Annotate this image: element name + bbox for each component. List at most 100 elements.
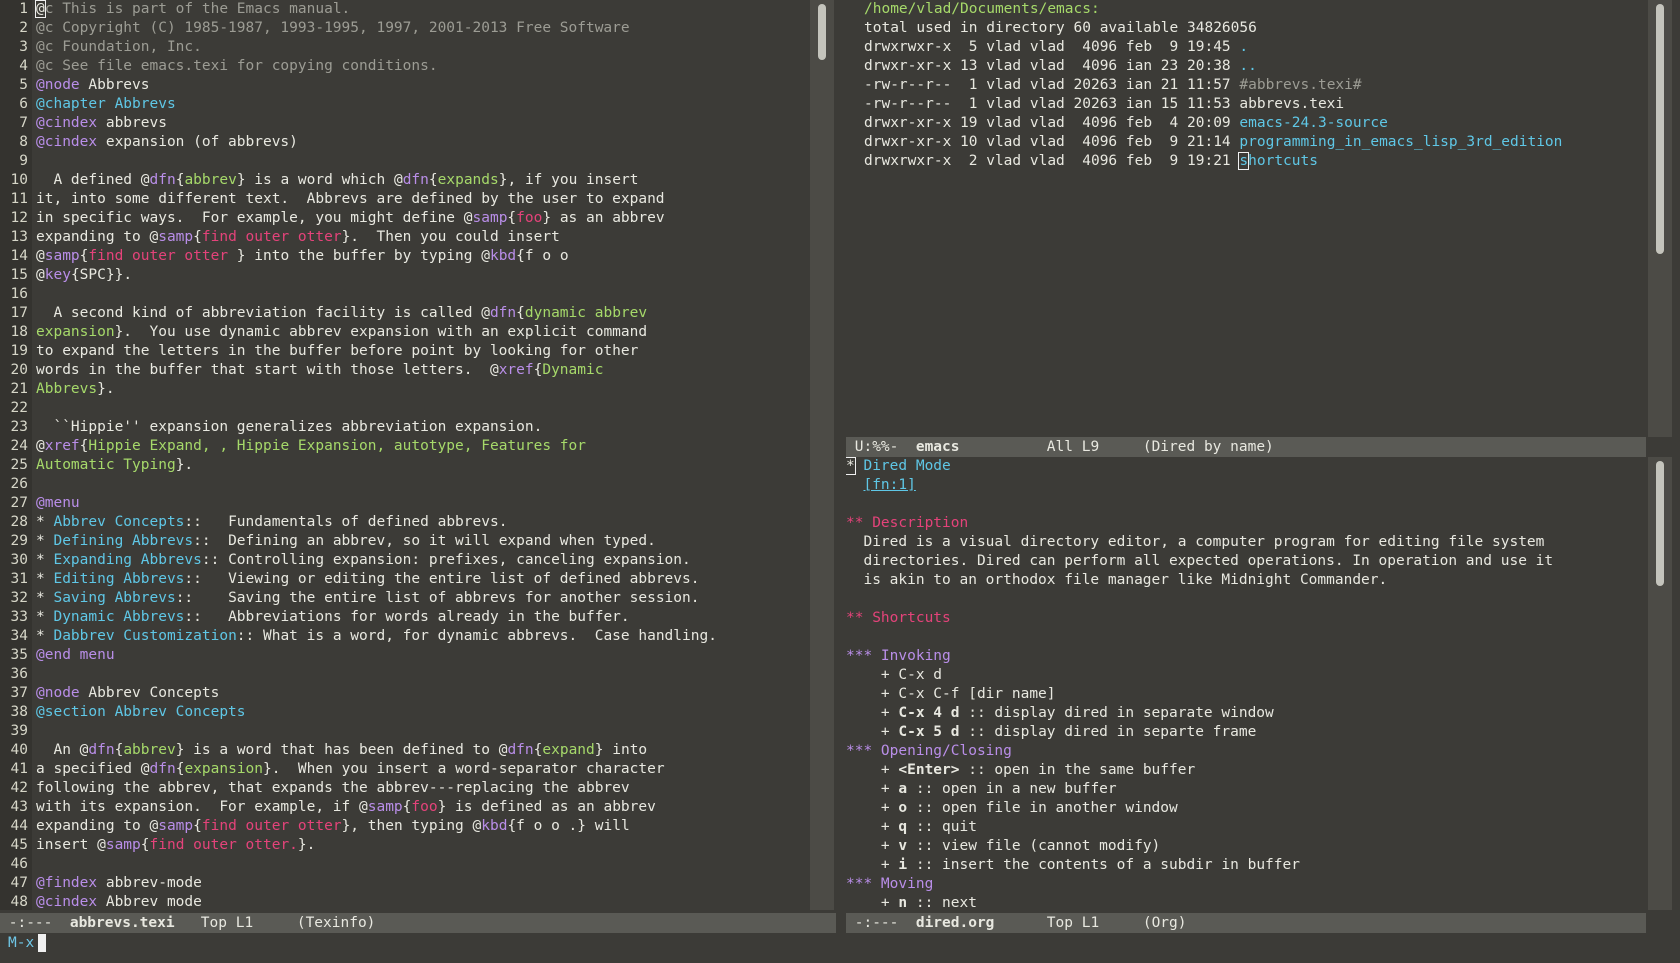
org-window-scrollbar[interactable] [1648, 457, 1672, 910]
code-line[interactable]: An @dfn{abbrev} is a word that has been … [36, 741, 810, 760]
org-line[interactable]: + C-x d [846, 666, 1648, 685]
org-line[interactable] [846, 590, 1648, 609]
org-line[interactable]: [fn:1] [846, 476, 1648, 495]
org-line[interactable] [846, 495, 1648, 514]
org-line[interactable]: is akin to an orthodox file manager like… [846, 571, 1648, 590]
dired-line[interactable]: drwxrwxr-x 2 vlad vlad 4096 feb 9 19:21 … [864, 152, 1648, 171]
dired-line[interactable]: drwxrwxr-x 5 vlad vlad 4096 feb 9 19:45 … [864, 38, 1648, 57]
org-line[interactable]: + a :: open in a new buffer [846, 780, 1648, 799]
org-line[interactable]: + C-x C-f [dir name] [846, 685, 1648, 704]
code-line[interactable]: @end menu [36, 646, 810, 665]
code-line[interactable]: @findex abbrev-mode [36, 874, 810, 893]
texinfo-buffer-text[interactable]: @c This is part of the Emacs manual. @c C… [35, 0, 810, 910]
text-run: expansion (of abbrevs) [97, 134, 298, 150]
code-line[interactable]: @c Copyright (C) 1985-1987, 1993-1995, 1… [36, 19, 810, 38]
dired-window[interactable]: /home/vlad/Documents/emacs: total used in… [846, 0, 1648, 437]
code-line[interactable] [36, 855, 810, 874]
org-window-dired-org[interactable]: * Dired Mode [fn:1] ** Description Dired … [846, 457, 1648, 910]
text-run: }. [297, 837, 316, 853]
org-line[interactable]: *** Opening/Closing [846, 742, 1648, 761]
org-buffer-text[interactable]: * Dired Mode [fn:1] ** Description Dired … [846, 457, 1648, 910]
dired-line[interactable]: -rw-r--r-- 1 vlad vlad 20263 ian 15 11:5… [864, 95, 1648, 114]
editor-window-abbrevs-texi[interactable]: 1 2 3 4 5 6 7 8 9 10 11 12 13 14 15 16 17 18 19 20 21 22 23 24 2… [0, 0, 810, 910]
left-window-scrollbar[interactable] [810, 0, 834, 910]
code-line[interactable]: * Dabbrev Customization:: What is a word… [36, 627, 810, 646]
text-run: :: Controlling expansion: prefixes, canc… [201, 552, 691, 568]
scrollbar-thumb[interactable] [1656, 461, 1664, 586]
code-line[interactable] [36, 285, 810, 304]
text-run: @ [36, 267, 45, 283]
code-line[interactable]: @c This is part of the Emacs manual. [35, 0, 810, 19]
org-line[interactable]: *** Invoking [846, 647, 1648, 666]
code-line[interactable]: A second kind of abbreviation facility i… [36, 304, 810, 323]
code-line[interactable]: it, into some different text. Abbrevs ar… [36, 190, 810, 209]
code-line[interactable]: @node Abbrevs [36, 76, 810, 95]
code-line[interactable]: @cindex expansion (of abbrevs) [36, 133, 810, 152]
code-line[interactable]: @section Abbrev Concepts [36, 703, 810, 722]
dired-line[interactable]: total used in directory 60 available 348… [864, 19, 1648, 38]
dired-line[interactable]: -rw-r--r-- 1 vlad vlad 20263 ian 21 11:5… [864, 76, 1648, 95]
dired-line[interactable]: drwxr-xr-x 10 vlad vlad 4096 feb 9 21:14… [864, 133, 1648, 152]
code-line[interactable]: in specific ways. For example, you might… [36, 209, 810, 228]
org-line[interactable]: + i :: insert the contents of a subdir i… [846, 856, 1648, 875]
scrollbar-thumb[interactable] [1656, 4, 1664, 254]
code-line[interactable]: @cindex abbrevs [36, 114, 810, 133]
code-line[interactable] [36, 665, 810, 684]
org-line[interactable]: *** Moving [846, 875, 1648, 894]
code-line[interactable] [36, 475, 810, 494]
code-line[interactable]: @samp{find outer otter } into the buffer… [36, 247, 810, 266]
code-line[interactable] [36, 152, 810, 171]
dired-window-scrollbar[interactable] [1648, 0, 1672, 437]
org-line[interactable]: + C-x 4 d :: display dired in separate w… [846, 704, 1648, 723]
dired-line[interactable]: drwxr-xr-x 13 vlad vlad 4096 ian 23 20:3… [864, 57, 1648, 76]
code-line[interactable]: Automatic Typing}. [36, 456, 810, 475]
code-line[interactable]: Abbrevs}. [36, 380, 810, 399]
code-line[interactable]: with its expansion. For example, if @sam… [36, 798, 810, 817]
dired-line[interactable]: drwxr-xr-x 19 vlad vlad 4096 feb 4 20:09… [864, 114, 1648, 133]
code-line[interactable]: * Editing Abbrevs:: Viewing or editing t… [36, 570, 810, 589]
scrollbar-thumb[interactable] [818, 4, 826, 60]
dired-line[interactable]: /home/vlad/Documents/emacs: [864, 0, 1648, 19]
code-line[interactable]: * Abbrev Concepts:: Fundamentals of defi… [36, 513, 810, 532]
code-line[interactable]: @xref{Hippie Expand, , Hippie Expansion,… [36, 437, 810, 456]
org-line[interactable]: ** Shortcuts [846, 609, 1648, 628]
org-line[interactable]: Dired is a visual directory editor, a co… [846, 533, 1648, 552]
code-line[interactable]: expansion}. You use dynamic abbrev expan… [36, 323, 810, 342]
code-line[interactable]: * Saving Abbrevs:: Saving the entire lis… [36, 589, 810, 608]
org-line[interactable]: + v :: view file (cannot modify) [846, 837, 1648, 856]
code-line[interactable]: following the abbrev, that expands the a… [36, 779, 810, 798]
code-line[interactable]: @menu [36, 494, 810, 513]
org-line[interactable]: directories. Dired can perform all expec… [846, 552, 1648, 571]
code-line[interactable]: expanding to @samp{find outer otter}, th… [36, 817, 810, 836]
org-line[interactable]: + C-x 5 d :: display dired in separte fr… [846, 723, 1648, 742]
code-line[interactable]: to expand the letters in the buffer befo… [36, 342, 810, 361]
code-line[interactable] [36, 399, 810, 418]
code-line[interactable]: a specified @dfn{expansion}. When you in… [36, 760, 810, 779]
code-line[interactable]: @c Foundation, Inc. [36, 38, 810, 57]
code-line[interactable]: * Expanding Abbrevs:: Controlling expans… [36, 551, 810, 570]
code-line[interactable]: @key{SPC}}. [36, 266, 810, 285]
code-line[interactable]: @node Abbrev Concepts [36, 684, 810, 703]
code-line[interactable]: @cindex Abbrev mode [36, 893, 810, 910]
org-line[interactable]: + n :: next [846, 894, 1648, 910]
code-line[interactable]: * Dynamic Abbrevs:: Abbreviations for wo… [36, 608, 810, 627]
line-number: 40 [10, 742, 28, 758]
code-line[interactable]: A defined @dfn{abbrev} is a word which @… [36, 171, 810, 190]
org-line[interactable]: + <Enter> :: open in the same buffer [846, 761, 1648, 780]
code-line[interactable]: expanding to @samp{find outer otter}. Th… [36, 228, 810, 247]
code-line[interactable]: ``Hippie'' expansion generalizes abbrevi… [36, 418, 810, 437]
minibuffer[interactable]: M-x [0, 933, 1680, 963]
code-line[interactable]: @chapter Abbrevs [36, 95, 810, 114]
org-line[interactable]: + q :: quit [846, 818, 1648, 837]
code-line[interactable] [36, 722, 810, 741]
org-line[interactable]: + o :: open file in another window [846, 799, 1648, 818]
code-line[interactable]: * Defining Abbrevs:: Defining an abbrev,… [36, 532, 810, 551]
org-line[interactable]: ** Description [846, 514, 1648, 533]
org-line[interactable] [846, 628, 1648, 647]
code-line[interactable]: @c See file emacs.texi for copying condi… [36, 57, 810, 76]
code-line[interactable]: insert @samp{find outer otter.}. [36, 836, 810, 855]
dired-listing[interactable]: /home/vlad/Documents/emacs: total used in… [864, 0, 1648, 171]
text-run: hortcuts [1248, 153, 1318, 169]
org-line[interactable]: * Dired Mode [846, 457, 1648, 476]
code-line[interactable]: words in the buffer that start with thos… [36, 361, 810, 380]
